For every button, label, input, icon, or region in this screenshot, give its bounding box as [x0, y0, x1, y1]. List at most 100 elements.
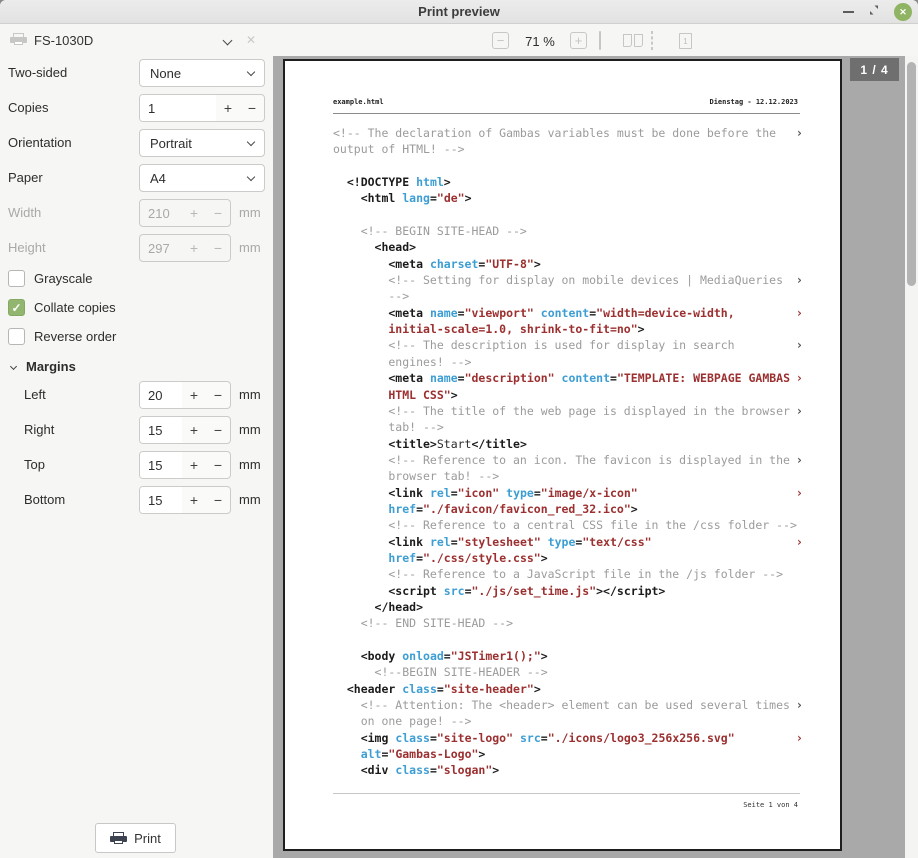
- paper-label: Paper: [8, 164, 43, 192]
- margin-bottom-stepper[interactable]: 15 + −: [139, 486, 231, 514]
- margin-right-unit: mm: [239, 416, 261, 444]
- margin-left-input[interactable]: 20: [140, 382, 182, 408]
- width-label: Width: [8, 199, 41, 227]
- copies-stepper[interactable]: 1 + −: [139, 94, 265, 122]
- one-page-button[interactable]: 1: [679, 32, 692, 49]
- fit-page-button[interactable]: [651, 32, 653, 50]
- preview-area: example.html Dienstag - 12.12.2023 <!-- …: [273, 56, 918, 858]
- margin-bottom-row: Bottom 15 + − mm: [0, 486, 273, 514]
- margin-top-stepper[interactable]: 15 + −: [139, 451, 231, 479]
- line-wrap-icon: ›: [796, 403, 803, 419]
- decrement-button[interactable]: −: [206, 452, 230, 478]
- doc-date: Dienstag - 12.12.2023: [709, 98, 798, 106]
- orientation-value: Portrait: [150, 136, 192, 151]
- margin-left-row: Left 20 + − mm: [0, 381, 273, 409]
- height-stepper: 297 + −: [139, 234, 231, 262]
- line-wrap-icon: ›: [796, 305, 803, 321]
- page-badge: 1 / 4: [850, 58, 899, 81]
- width-stepper: 210 + −: [139, 199, 231, 227]
- orientation-row: Orientation Portrait: [0, 129, 273, 157]
- decrement-button: −: [206, 200, 230, 226]
- margin-right-input[interactable]: 15: [140, 417, 182, 443]
- scrollbar-thumb[interactable]: [907, 62, 916, 286]
- increment-button[interactable]: +: [182, 382, 206, 408]
- increment-button[interactable]: +: [182, 452, 206, 478]
- copies-label: Copies: [8, 94, 48, 122]
- fit-page-icon: [651, 31, 653, 50]
- minimize-button[interactable]: [843, 11, 854, 13]
- restore-button[interactable]: [868, 3, 880, 21]
- collate-row: ✓ Collate copies: [0, 299, 273, 317]
- facing-pages-icon: [623, 34, 643, 47]
- code-lines: <!-- The declaration of Gambas variables…: [333, 125, 803, 779]
- collate-copies-checkbox[interactable]: ✓: [8, 299, 25, 316]
- paper-select[interactable]: A4: [139, 164, 265, 192]
- margin-top-input[interactable]: 15: [140, 452, 182, 478]
- printer-select[interactable]: FS-1030D: [0, 25, 268, 56]
- zoom-level: 71 %: [518, 34, 562, 49]
- increment-button[interactable]: +: [182, 417, 206, 443]
- chevron-down-icon: [10, 363, 17, 370]
- increment-button[interactable]: +: [182, 487, 206, 513]
- decrement-button[interactable]: −: [206, 382, 230, 408]
- chevron-down-icon: [247, 172, 255, 180]
- margin-right-stepper[interactable]: 15 + −: [139, 416, 231, 444]
- doc-filename: example.html: [333, 98, 384, 106]
- window-title: Print preview: [418, 4, 500, 19]
- height-unit: mm: [239, 234, 261, 262]
- copies-input[interactable]: 1: [140, 95, 216, 121]
- chevron-down-icon: [223, 36, 233, 46]
- paper-row: Paper A4: [0, 164, 273, 192]
- zoom-in-button[interactable]: +: [570, 32, 587, 49]
- margin-top-unit: mm: [239, 451, 261, 479]
- check-icon: ✓: [11, 301, 21, 315]
- chevron-down-icon: [247, 67, 255, 75]
- width-row: Width 210 + − mm: [0, 199, 273, 227]
- scrollbar[interactable]: [905, 56, 918, 858]
- line-wrap-icon: ›: [796, 337, 803, 353]
- margin-right-label: Right: [24, 416, 54, 444]
- reverse-row: Reverse order: [0, 328, 273, 346]
- print-button-label: Print: [134, 831, 161, 846]
- margin-left-stepper[interactable]: 20 + −: [139, 381, 231, 409]
- decrement-button: −: [206, 235, 230, 261]
- restore-icon: [868, 4, 880, 16]
- print-preview-window: Print preview ✕ FS-1030D ✕ − 71 % +: [0, 0, 918, 858]
- line-wrap-icon: ›: [796, 730, 803, 746]
- grayscale-row: Grayscale: [0, 270, 273, 288]
- margin-bottom-input[interactable]: 15: [140, 487, 182, 513]
- one-page-icon: 1: [679, 33, 692, 49]
- line-wrap-icon: ›: [796, 534, 803, 550]
- line-wrap-icon: ›: [796, 452, 803, 468]
- margins-expander[interactable]: Margins: [0, 359, 273, 377]
- headerbar: FS-1030D ✕ − 71 % + 1: [0, 25, 918, 56]
- margin-bottom-unit: mm: [239, 486, 261, 514]
- orientation-select[interactable]: Portrait: [139, 129, 265, 157]
- zoom-out-button[interactable]: −: [492, 32, 509, 49]
- orientation-label: Orientation: [8, 129, 72, 157]
- single-page-button[interactable]: [599, 32, 601, 50]
- facing-pages-button[interactable]: [623, 32, 643, 47]
- decrement-button[interactable]: −: [206, 487, 230, 513]
- decrement-button[interactable]: −: [206, 417, 230, 443]
- two-sided-label: Two-sided: [8, 59, 67, 87]
- printer-icon: [10, 33, 27, 46]
- two-sided-select[interactable]: None: [139, 59, 265, 87]
- decrement-button[interactable]: −: [240, 95, 264, 121]
- line-wrap-icon: ›: [796, 370, 803, 386]
- chevron-down-icon: [247, 137, 255, 145]
- plus-icon: +: [575, 33, 583, 48]
- close-button[interactable]: ✕: [894, 3, 912, 21]
- printer-clear-button[interactable]: ✕: [246, 33, 256, 47]
- grayscale-checkbox[interactable]: [8, 270, 25, 287]
- line-wrap-icon: ›: [796, 697, 803, 713]
- line-wrap-icon: ›: [796, 272, 803, 288]
- doc-page-number: Seite 1 von 4: [743, 801, 798, 809]
- increment-button[interactable]: +: [216, 95, 240, 121]
- doc-footer-rule: [333, 793, 800, 794]
- reverse-order-checkbox[interactable]: [8, 328, 25, 345]
- two-sided-value: None: [150, 66, 181, 81]
- collate-copies-label: Collate copies: [34, 300, 116, 315]
- height-input: 297: [140, 235, 182, 261]
- print-button[interactable]: Print: [95, 823, 176, 853]
